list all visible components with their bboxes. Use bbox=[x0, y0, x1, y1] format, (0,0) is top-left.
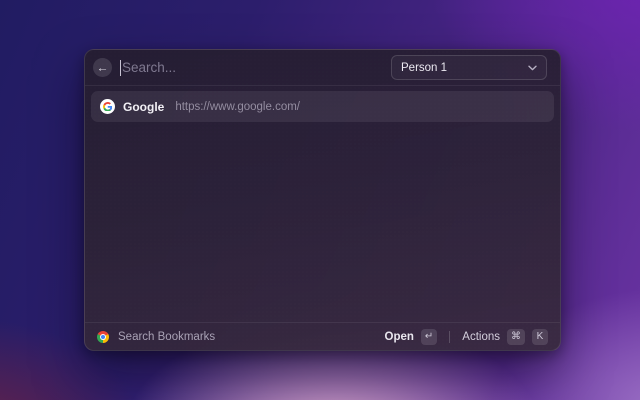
profile-dropdown[interactable]: Person 1 bbox=[391, 55, 547, 80]
profile-dropdown-value: Person 1 bbox=[401, 61, 448, 74]
command-key-badge[interactable]: ⌘ bbox=[507, 328, 525, 345]
footer-source: Search Bookmarks bbox=[97, 330, 385, 343]
search-header: ← Person 1 bbox=[85, 50, 560, 86]
command-name: Search Bookmarks bbox=[118, 330, 216, 343]
search-field bbox=[120, 59, 383, 76]
search-input[interactable] bbox=[122, 60, 383, 75]
results-list: Google https://www.google.com/ bbox=[85, 86, 560, 322]
bookmark-url: https://www.google.com/ bbox=[175, 100, 300, 113]
footer-divider bbox=[449, 330, 451, 343]
google-logo-icon bbox=[100, 99, 115, 114]
back-button[interactable]: ← bbox=[93, 58, 112, 77]
launcher-window: ← Person 1 bbox=[84, 49, 561, 351]
footer-actions: Open ↵ Actions ⌘ K bbox=[385, 328, 548, 345]
text-caret bbox=[120, 59, 121, 76]
bookmark-title: Google bbox=[123, 99, 165, 114]
footer-bar: Search Bookmarks Open ↵ Actions ⌘ K bbox=[85, 322, 560, 350]
list-item[interactable]: Google https://www.google.com/ bbox=[91, 91, 554, 122]
desktop-background: ← Person 1 bbox=[0, 0, 640, 400]
return-key-badge[interactable]: ↵ bbox=[420, 328, 438, 345]
back-arrow-icon: ← bbox=[96, 60, 109, 74]
open-action-label[interactable]: Open bbox=[385, 331, 414, 343]
chrome-icon bbox=[97, 330, 109, 343]
chevron-down-icon bbox=[528, 65, 537, 70]
actions-button-label[interactable]: Actions bbox=[462, 331, 500, 343]
k-key-badge[interactable]: K bbox=[532, 328, 548, 345]
